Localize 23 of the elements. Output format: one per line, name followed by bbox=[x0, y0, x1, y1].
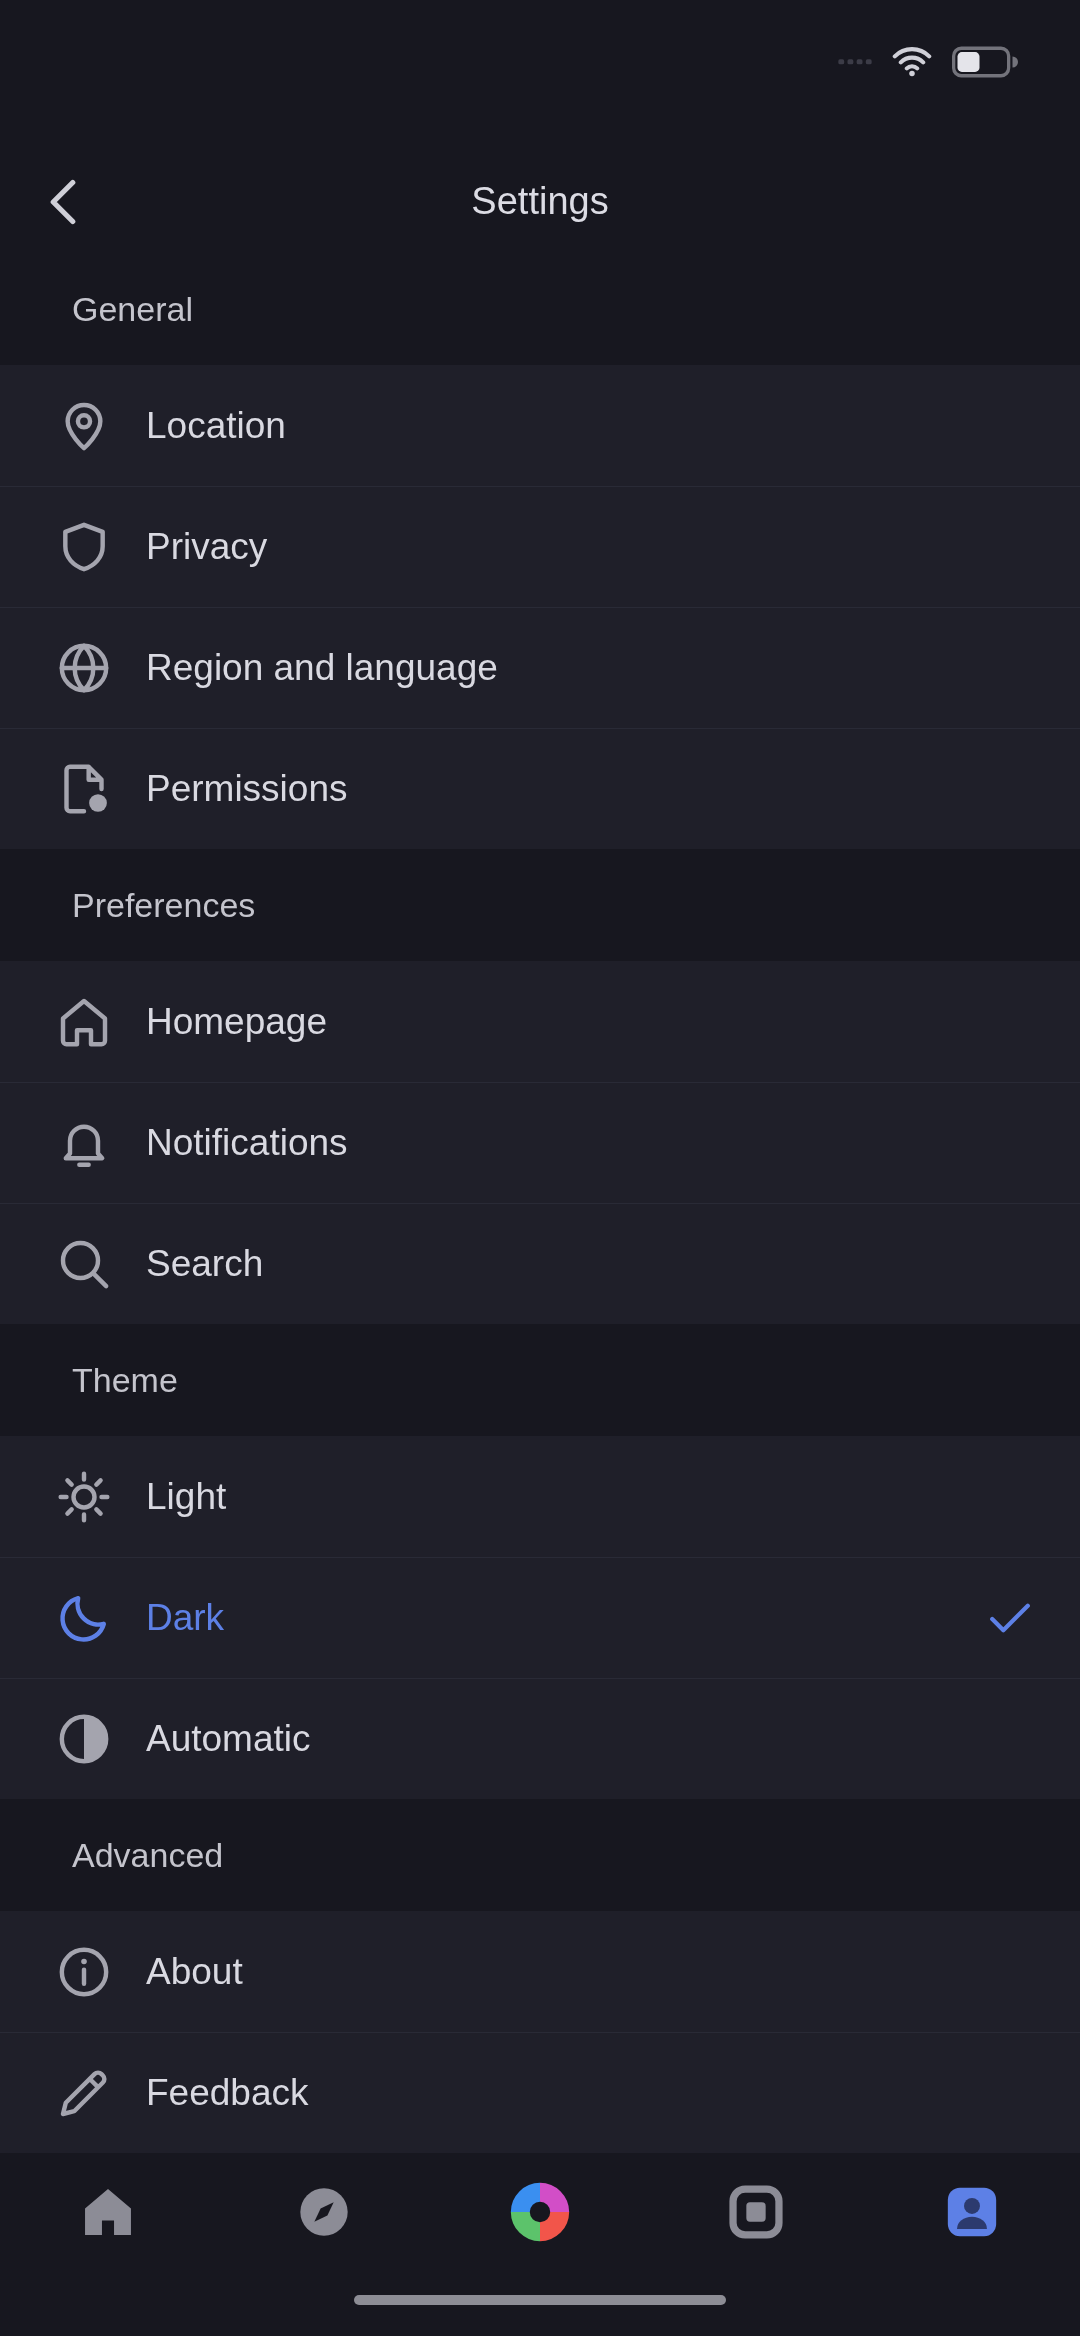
battery-icon bbox=[952, 46, 1018, 78]
section-heading: General bbox=[71, 288, 194, 330]
settings-item[interactable]: Feedback bbox=[0, 2032, 1080, 2153]
settings-item[interactable]: About bbox=[0, 1911, 1080, 2032]
section-heading: Preferences bbox=[71, 884, 257, 926]
settings-item[interactable]: Search bbox=[0, 1203, 1080, 1324]
settings-item[interactable]: Light bbox=[0, 1436, 1080, 1557]
settings-item[interactable]: Location bbox=[0, 365, 1080, 486]
settings-item[interactable]: Permissions bbox=[0, 728, 1080, 849]
settings-item[interactable]: Region and language bbox=[0, 607, 1080, 728]
square-icon bbox=[727, 2183, 785, 2241]
page-title: Settings bbox=[470, 180, 610, 223]
section-heading: Theme bbox=[71, 1359, 179, 1401]
settings-item[interactable]: Notifications bbox=[0, 1082, 1080, 1203]
tab-button[interactable] bbox=[727, 2183, 785, 2241]
settings-item[interactable]: Homepage bbox=[0, 961, 1080, 1082]
settings-item[interactable]: Dark bbox=[0, 1557, 1080, 1678]
settings-item[interactable]: Automatic bbox=[0, 1678, 1080, 1799]
chevron-left-icon bbox=[50, 178, 76, 225]
wifi-icon bbox=[892, 46, 932, 77]
signal-icon bbox=[838, 56, 872, 66]
section-heading: Advanced bbox=[71, 1834, 225, 1876]
settings-item[interactable]: Privacy bbox=[0, 486, 1080, 607]
